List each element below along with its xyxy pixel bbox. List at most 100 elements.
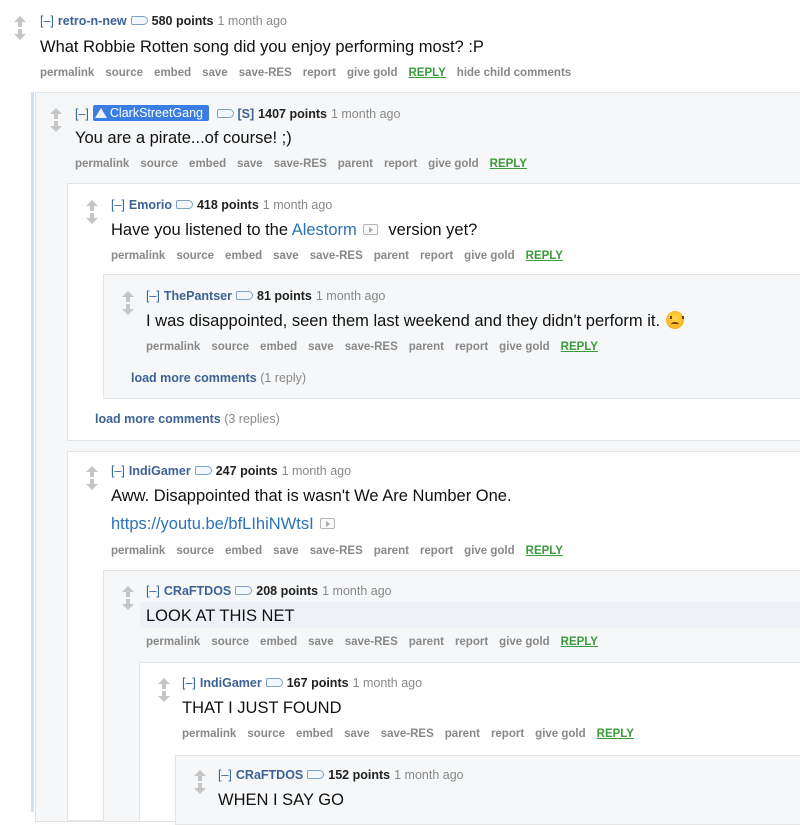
alestorm-link[interactable]: Alestorm: [292, 221, 357, 239]
upvote-icon[interactable]: [14, 16, 26, 27]
parent-button[interactable]: parent: [445, 728, 480, 740]
parent-button[interactable]: parent: [409, 636, 444, 648]
upvote-icon[interactable]: [122, 586, 134, 597]
report-button[interactable]: report: [455, 636, 488, 648]
comment-author[interactable]: IndiGamer: [129, 464, 191, 478]
permalink-button[interactable]: permalink: [111, 250, 165, 262]
youtube-link[interactable]: https://youtu.be/bfLIhiNWtsI: [111, 515, 314, 533]
source-button[interactable]: source: [247, 728, 285, 740]
collapse-toggle[interactable]: [–]: [146, 584, 160, 598]
give-gold-button[interactable]: give gold: [499, 341, 549, 353]
collapse-toggle[interactable]: [–]: [218, 768, 232, 782]
permalink-button[interactable]: permalink: [75, 158, 129, 170]
tag-icon[interactable]: [194, 466, 212, 476]
parent-button[interactable]: parent: [374, 250, 409, 262]
save-button[interactable]: save: [308, 636, 334, 648]
reply-button[interactable]: REPLY: [526, 250, 563, 262]
source-button[interactable]: source: [140, 158, 178, 170]
give-gold-button[interactable]: give gold: [428, 158, 478, 170]
save-button[interactable]: save: [273, 545, 299, 557]
load-more-link[interactable]: load more comments: [95, 412, 221, 426]
save-res-button[interactable]: save-RES: [274, 158, 327, 170]
report-button[interactable]: report: [420, 250, 453, 262]
downvote-icon[interactable]: [14, 29, 26, 40]
tag-icon[interactable]: [265, 678, 283, 688]
embed-button[interactable]: embed: [225, 250, 262, 262]
save-res-button[interactable]: save-RES: [310, 545, 363, 557]
permalink-button[interactable]: permalink: [182, 728, 236, 740]
comment-author[interactable]: CRaFTDOS: [236, 768, 303, 782]
save-res-button[interactable]: save-RES: [381, 728, 434, 740]
save-button[interactable]: save: [344, 728, 370, 740]
parent-button[interactable]: parent: [409, 341, 444, 353]
source-button[interactable]: source: [176, 545, 214, 557]
comment-author[interactable]: Emorio: [129, 198, 172, 212]
embed-button[interactable]: embed: [260, 636, 297, 648]
tag-icon[interactable]: [236, 291, 253, 301]
upvote-icon[interactable]: [50, 108, 62, 119]
report-button[interactable]: report: [384, 158, 417, 170]
comment-author-op-badge[interactable]: ClarkStreetGang: [92, 105, 210, 121]
permalink-button[interactable]: permalink: [111, 545, 165, 557]
upvote-icon[interactable]: [86, 200, 98, 211]
comment-author[interactable]: ThePantser: [164, 289, 232, 303]
give-gold-button[interactable]: give gold: [499, 636, 549, 648]
save-button[interactable]: save: [237, 158, 263, 170]
reply-button[interactable]: REPLY: [490, 158, 527, 170]
upvote-icon[interactable]: [122, 291, 134, 302]
permalink-button[interactable]: permalink: [146, 341, 200, 353]
embed-button[interactable]: embed: [260, 341, 297, 353]
comment-author[interactable]: ClarkStreetGang: [110, 105, 203, 121]
give-gold-button[interactable]: give gold: [347, 67, 397, 79]
comment-author[interactable]: CRaFTDOS: [164, 584, 231, 598]
hide-child-comments-button[interactable]: hide child comments: [457, 67, 571, 79]
permalink-button[interactable]: permalink: [146, 636, 200, 648]
tag-icon[interactable]: [307, 770, 325, 780]
embed-button[interactable]: embed: [225, 545, 262, 557]
embed-button[interactable]: embed: [296, 728, 333, 740]
upvote-icon[interactable]: [194, 770, 206, 781]
collapse-toggle[interactable]: [–]: [182, 676, 196, 690]
source-button[interactable]: source: [211, 341, 249, 353]
save-res-button[interactable]: save-RES: [239, 67, 292, 79]
downvote-icon[interactable]: [122, 304, 134, 315]
tag-icon[interactable]: [235, 586, 253, 596]
source-button[interactable]: source: [105, 67, 143, 79]
embed-button[interactable]: embed: [154, 67, 191, 79]
downvote-icon[interactable]: [194, 783, 206, 794]
report-button[interactable]: report: [420, 545, 453, 557]
media-expando-icon[interactable]: [319, 518, 335, 530]
save-button[interactable]: save: [308, 341, 334, 353]
save-res-button[interactable]: save-RES: [310, 250, 363, 262]
upvote-icon[interactable]: [158, 678, 170, 689]
collapse-toggle[interactable]: [–]: [111, 198, 125, 212]
downvote-icon[interactable]: [86, 213, 98, 224]
save-button[interactable]: save: [202, 67, 228, 79]
reply-button[interactable]: REPLY: [409, 67, 446, 79]
parent-button[interactable]: parent: [338, 158, 373, 170]
save-res-button[interactable]: save-RES: [345, 341, 398, 353]
source-button[interactable]: source: [211, 636, 249, 648]
tag-icon[interactable]: [130, 16, 148, 26]
collapse-toggle[interactable]: [–]: [146, 289, 160, 303]
give-gold-button[interactable]: give gold: [535, 728, 585, 740]
tag-icon[interactable]: [216, 109, 234, 119]
thread-line[interactable]: [31, 92, 34, 812]
permalink-button[interactable]: permalink: [40, 67, 94, 79]
comment-author[interactable]: IndiGamer: [200, 676, 262, 690]
upvote-icon[interactable]: [86, 466, 98, 477]
save-button[interactable]: save: [273, 250, 299, 262]
downvote-icon[interactable]: [122, 599, 134, 610]
downvote-icon[interactable]: [158, 691, 170, 702]
reply-button[interactable]: REPLY: [561, 341, 598, 353]
media-expando-icon[interactable]: [362, 224, 378, 236]
downvote-icon[interactable]: [86, 479, 98, 490]
collapse-toggle[interactable]: [–]: [40, 14, 54, 28]
give-gold-button[interactable]: give gold: [464, 250, 514, 262]
report-button[interactable]: report: [491, 728, 524, 740]
collapse-toggle[interactable]: [–]: [75, 107, 89, 121]
comment-author[interactable]: retro-n-new: [58, 14, 127, 28]
report-button[interactable]: report: [303, 67, 336, 79]
reply-button[interactable]: REPLY: [561, 636, 598, 648]
tag-icon[interactable]: [175, 200, 193, 210]
